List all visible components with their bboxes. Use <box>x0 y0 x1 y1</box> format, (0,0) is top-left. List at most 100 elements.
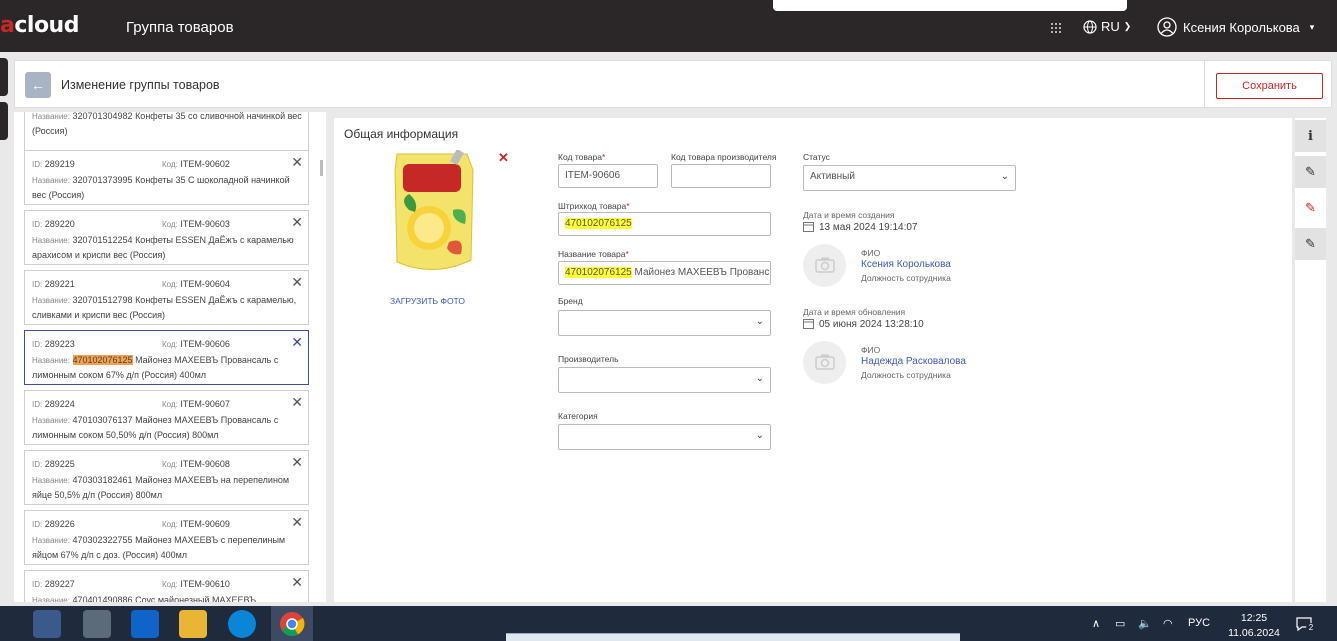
remove-photo-icon[interactable]: ✕ <box>498 150 509 166</box>
item-id: 289224 <box>44 399 75 409</box>
remove-item-icon[interactable]: ✕ <box>291 334 303 351</box>
apps-grid-icon[interactable] <box>1050 22 1062 34</box>
manufacturer-code-field[interactable] <box>671 164 771 188</box>
app-logo[interactable]: acloud <box>0 13 79 38</box>
tray-language[interactable]: РУС <box>1188 617 1210 629</box>
left-collapse-tab[interactable] <box>0 102 8 140</box>
list-item[interactable]: ID: 289220 Код: ITEM-90603 Название: 320… <box>24 210 309 265</box>
category-label: Категория <box>558 411 598 421</box>
top-bar: acloud Группа товаров RU ❯ Ксения Король… <box>0 0 1337 52</box>
product-code-label: Код товара* <box>558 152 606 162</box>
user-avatar-icon <box>1157 17 1177 37</box>
item-id: 289219 <box>44 159 75 169</box>
app-title: Группа товаров <box>126 19 234 36</box>
remove-item-icon[interactable]: ✕ <box>291 274 303 291</box>
system-clock[interactable]: 12:25 11.06.2024 <box>1226 611 1282 641</box>
category-select[interactable]: ⌄ <box>558 424 771 450</box>
volume-icon[interactable]: 🔈 <box>1138 617 1152 630</box>
item-name: Название: 470103076137 Майонез МАХЕЕВЪ П… <box>32 415 279 440</box>
chevron-down-icon: ⌄ <box>755 316 764 327</box>
arrow-left-icon: ← <box>31 77 45 93</box>
page-title: Изменение группы товаров <box>61 78 220 92</box>
item-id: 289225 <box>44 459 75 469</box>
paint-app-icon[interactable] <box>33 610 61 638</box>
tray-chevron-up-icon[interactable]: ∧ <box>1092 617 1100 630</box>
remove-item-icon[interactable]: ✕ <box>291 214 303 231</box>
notification-icon[interactable]: 2 <box>1296 616 1316 633</box>
upload-photo-link[interactable]: ЗАГРУЗИТЬ ФОТО <box>390 296 465 306</box>
edit-list-icon[interactable]: ✎ <box>1295 156 1326 188</box>
save-button[interactable]: Сохранить <box>1216 73 1323 99</box>
item-id: 289221 <box>44 279 75 289</box>
barcode-field[interactable]: 470102076125 <box>558 212 771 236</box>
item-code: ITEM-90604 <box>180 279 230 289</box>
item-code: ITEM-90603 <box>180 219 230 229</box>
producer-label: Производитель <box>558 354 619 364</box>
back-button[interactable]: ← <box>25 72 51 98</box>
section-title: Общая информация <box>344 127 459 141</box>
remove-item-icon[interactable]: ✕ <box>291 514 303 531</box>
remove-item-icon[interactable]: ✕ <box>291 394 303 411</box>
notification-count: 2 <box>1306 623 1316 633</box>
creator-avatar <box>803 244 846 287</box>
item-id: 289226 <box>44 519 75 529</box>
globe-icon <box>1083 19 1097 34</box>
skype-app-icon[interactable] <box>228 610 256 638</box>
top-search-box[interactable] <box>773 0 1127 11</box>
list-item[interactable]: ID: 289223 Код: ITEM-90606 Название: 470… <box>24 330 309 385</box>
chrome-icon <box>280 612 305 637</box>
remove-item-icon[interactable]: ✕ <box>291 574 303 591</box>
edit-list-icon[interactable]: ✎ <box>1295 228 1326 260</box>
product-name-field[interactable]: 470102076125 Майонез МАХЕЕВЪ Прованс <box>558 261 771 285</box>
list-item[interactable]: ID: 289219 Код: ITEM-90602 Название: 320… <box>24 150 309 205</box>
info-icon[interactable]: i <box>1295 120 1326 152</box>
file-explorer-icon[interactable] <box>179 610 207 638</box>
bottom-window-strip <box>506 633 960 641</box>
language-selector[interactable]: RU ❯ <box>1083 19 1131 34</box>
list-item[interactable]: ID: 289225 Код: ITEM-90608 Название: 470… <box>24 450 309 505</box>
product-list: Название: 320701304982 Конфеты 35 со сли… <box>14 112 326 602</box>
item-code: ITEM-90607 <box>180 399 230 409</box>
updater-name-link[interactable]: Надежда Расковалова <box>861 356 966 367</box>
item-code: ITEM-90609 <box>180 519 230 529</box>
product-name-label: Название товара* <box>558 249 629 259</box>
item-id: 289220 <box>44 219 75 229</box>
item-code: ITEM-90606 <box>180 339 230 349</box>
item-name: Название: 320701512798 Конфеты ESSEN ДаЁ… <box>32 295 297 320</box>
creator-name-link[interactable]: Ксения Королькова <box>861 259 951 270</box>
list-item[interactable]: ID: 289221 Код: ITEM-90604 Название: 320… <box>24 270 309 325</box>
producer-select[interactable]: ⌄ <box>558 367 771 393</box>
brand-select[interactable]: ⌄ <box>558 310 771 336</box>
outlook-app-icon[interactable] <box>131 610 159 638</box>
created-value: 13 мая 2024 19:14:07 <box>819 222 918 233</box>
wifi-icon[interactable]: ◠ <box>1163 617 1173 630</box>
list-item[interactable]: ID: 289224 Код: ITEM-90607 Название: 470… <box>24 390 309 445</box>
status-select[interactable]: Активный ⌄ <box>803 165 1016 191</box>
right-toolbar: i ✎ ✎ ✎ <box>1295 118 1326 602</box>
item-code: ITEM-90610 <box>180 579 230 589</box>
status-label: Статус <box>803 152 830 162</box>
left-collapse-tab[interactable] <box>0 58 8 96</box>
chrome-taskbar-slot[interactable] <box>271 606 313 641</box>
item-id: 289223 <box>44 339 75 349</box>
product-code-field[interactable]: ITEM-90606 <box>558 164 658 188</box>
updated-value: 05 июня 2024 13:28:10 <box>819 319 924 330</box>
list-scrollbar[interactable] <box>320 160 323 176</box>
language-label: RU <box>1101 19 1120 34</box>
battery-icon[interactable]: ▭ <box>1115 617 1125 630</box>
item-id: 289227 <box>44 579 75 589</box>
clock-date: 11.06.2024 <box>1228 627 1280 639</box>
updater-position-label: Должность сотрудника <box>861 370 951 380</box>
calculator-app-icon[interactable] <box>83 610 111 638</box>
calendar-icon <box>803 319 814 329</box>
clock-time: 12:25 <box>1240 612 1268 624</box>
edit-list-active-icon[interactable]: ✎ <box>1295 192 1326 224</box>
remove-item-icon[interactable]: ✕ <box>291 454 303 471</box>
creator-fio-label: ФИО <box>861 248 881 258</box>
list-item[interactable]: ID: 289226 Код: ITEM-90609 Название: 470… <box>24 510 309 565</box>
camera-icon <box>815 257 835 273</box>
user-menu[interactable]: Ксения Королькова ▾ <box>1157 17 1314 37</box>
remove-item-icon[interactable]: ✕ <box>291 154 303 171</box>
list-item[interactable]: ID: 289227 Код: ITEM-90610 Название: 470… <box>24 570 309 602</box>
page-header: ← Изменение группы товаров Сохранить <box>14 60 1332 108</box>
